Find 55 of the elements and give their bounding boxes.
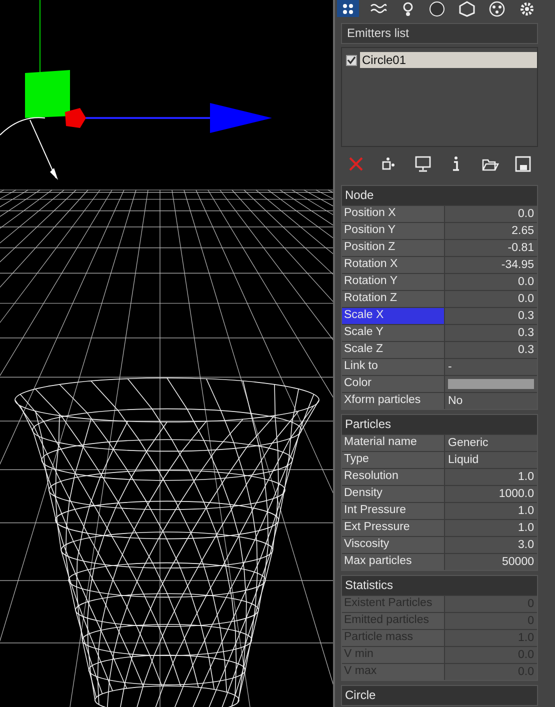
property-label[interactable]: Material name: [342, 435, 445, 451]
property-value[interactable]: Liquid: [445, 452, 537, 468]
property-value[interactable]: 1000.0: [445, 486, 537, 502]
property-value[interactable]: 1.0: [445, 503, 537, 519]
section-header[interactable]: Statistics: [342, 576, 537, 595]
property-label[interactable]: Position Y: [342, 223, 445, 239]
property-value[interactable]: 0.3: [445, 342, 537, 358]
property-label[interactable]: Position Z: [342, 240, 445, 256]
property-value[interactable]: 50000: [445, 554, 537, 570]
circle-icon: [428, 0, 446, 16]
property-label[interactable]: Rotation X: [342, 257, 445, 273]
property-label[interactable]: Resolution: [342, 469, 445, 485]
property-label[interactable]: Rotation Y: [342, 274, 445, 290]
particles-tab[interactable]: [337, 0, 359, 17]
emitters-dropdown[interactable]: Emitters list: [341, 23, 538, 44]
property-label[interactable]: Color: [342, 376, 445, 392]
property-value[interactable]: No: [445, 393, 537, 409]
property-label[interactable]: Ext Pressure: [342, 520, 445, 536]
property-value[interactable]: 0.0: [445, 206, 537, 222]
property-label[interactable]: Viscosity: [342, 537, 445, 553]
property-label[interactable]: Scale Z: [342, 342, 445, 358]
property-label[interactable]: Link to: [342, 359, 445, 375]
property-value[interactable]: -0.81: [445, 240, 537, 256]
property-value[interactable]: Generic: [445, 435, 537, 451]
property-value[interactable]: 0.0: [445, 274, 537, 290]
monitor-icon[interactable]: [414, 155, 432, 173]
property-label[interactable]: Scale X: [342, 308, 445, 324]
color-swatch[interactable]: [448, 379, 534, 389]
section-header[interactable]: Circle: [342, 686, 537, 705]
property-value[interactable]: -: [445, 359, 537, 375]
color-field[interactable]: [445, 376, 537, 392]
checkbox[interactable]: [346, 54, 357, 66]
property-value[interactable]: 2.65: [445, 223, 537, 239]
gear-icon: [518, 0, 536, 16]
hexagon-icon: [458, 0, 476, 16]
property-label[interactable]: Max particles: [342, 554, 445, 570]
emitter-item[interactable]: Circle01: [360, 52, 537, 68]
section-header[interactable]: Particles: [342, 415, 537, 434]
section-header[interactable]: Node: [342, 186, 537, 205]
property-value[interactable]: 0.3: [445, 308, 537, 324]
property-value[interactable]: 1.0: [445, 469, 537, 485]
property-value[interactable]: 3.0: [445, 537, 537, 553]
property-label[interactable]: Xform particles: [342, 393, 445, 409]
property-value[interactable]: 0.3: [445, 325, 537, 341]
property-value[interactable]: 1.0: [445, 520, 537, 536]
save-icon[interactable]: [514, 155, 532, 173]
property-label[interactable]: Density: [342, 486, 445, 502]
property-value[interactable]: 0.0: [445, 291, 537, 307]
dots-icon: [488, 0, 506, 16]
property-label[interactable]: Scale Y: [342, 325, 445, 341]
property-label[interactable]: Position X: [342, 206, 445, 222]
property-value[interactable]: -34.95: [445, 257, 537, 273]
property-label[interactable]: Int Pressure: [342, 503, 445, 519]
property-label[interactable]: Rotation Z: [342, 291, 445, 307]
property-label[interactable]: Type: [342, 452, 445, 468]
